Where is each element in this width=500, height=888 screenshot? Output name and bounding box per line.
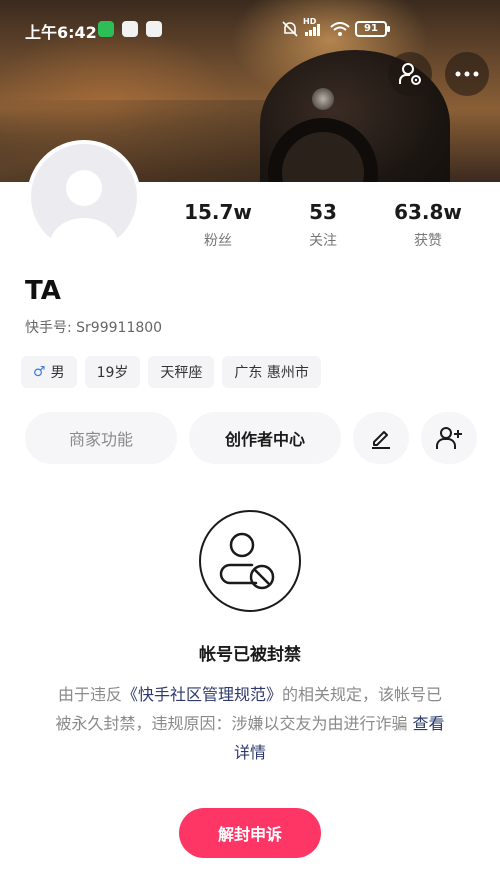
add-friend-button[interactable]	[421, 412, 477, 464]
ban-title: 帐号已被封禁	[199, 645, 301, 665]
mute-icon	[282, 21, 298, 37]
gender-tag: ♂ 男	[21, 356, 77, 388]
ban-desc-prefix: 由于违反	[57, 685, 122, 704]
community-rules-link[interactable]: 《快手社区管理规范》	[122, 685, 282, 704]
user-settings-icon	[399, 63, 421, 85]
gender-label: 男	[50, 365, 65, 381]
edit-icon	[372, 431, 390, 449]
account-banned-icon	[199, 510, 301, 612]
avatar[interactable]	[27, 140, 141, 254]
battery-indicator: 91	[355, 21, 390, 37]
age-tag: 19岁	[84, 356, 141, 388]
stat-likes[interactable]: 63.8w 获赞	[373, 200, 483, 250]
profile-name: TA	[25, 276, 61, 306]
video-app-icon-2	[146, 21, 162, 37]
stat-label: 获赞	[414, 233, 442, 249]
ban-description: 由于违反《快手社区管理规范》的相关规定，该帐号已被永久封禁，违规原因：涉嫌以交友…	[50, 680, 450, 767]
cover-headlight	[312, 88, 334, 110]
signal-icon	[305, 24, 320, 36]
stat-label: 粉丝	[204, 233, 232, 249]
creator-center-button[interactable]: 创作者中心	[189, 412, 341, 464]
male-icon: ♂	[33, 364, 46, 380]
zodiac-tag: 天秤座	[148, 356, 215, 388]
status-time: 上午6:42	[25, 23, 97, 42]
add-friend-icon	[436, 427, 462, 449]
status-bar: 上午6:42 HD 91	[0, 0, 500, 52]
profile-tags: ♂ 男 19岁 天秤座 广东 惠州市	[21, 356, 321, 388]
stat-value: 15.7w	[184, 200, 252, 224]
more-button[interactable]	[445, 52, 489, 96]
edit-profile-button[interactable]	[353, 412, 409, 464]
wifi-icon	[330, 22, 350, 36]
stat-fans[interactable]: 15.7w 粉丝	[163, 200, 273, 250]
more-icon	[455, 71, 479, 77]
stat-label: 关注	[309, 233, 337, 249]
profile-uid[interactable]: 快手号: Sr99911800	[25, 317, 162, 337]
location-tag: 广东 惠州市	[222, 356, 321, 388]
video-app-icon	[122, 21, 138, 37]
default-avatar-icon	[50, 170, 118, 250]
stat-value: 63.8w	[394, 200, 462, 224]
user-settings-button[interactable]	[388, 52, 432, 96]
appeal-button[interactable]: 解封申诉	[179, 808, 321, 858]
stat-following[interactable]: 53 关注	[268, 200, 378, 250]
wechat-icon	[98, 21, 114, 37]
merchant-button[interactable]: 商家功能	[25, 412, 177, 464]
stat-value: 53	[309, 200, 337, 224]
